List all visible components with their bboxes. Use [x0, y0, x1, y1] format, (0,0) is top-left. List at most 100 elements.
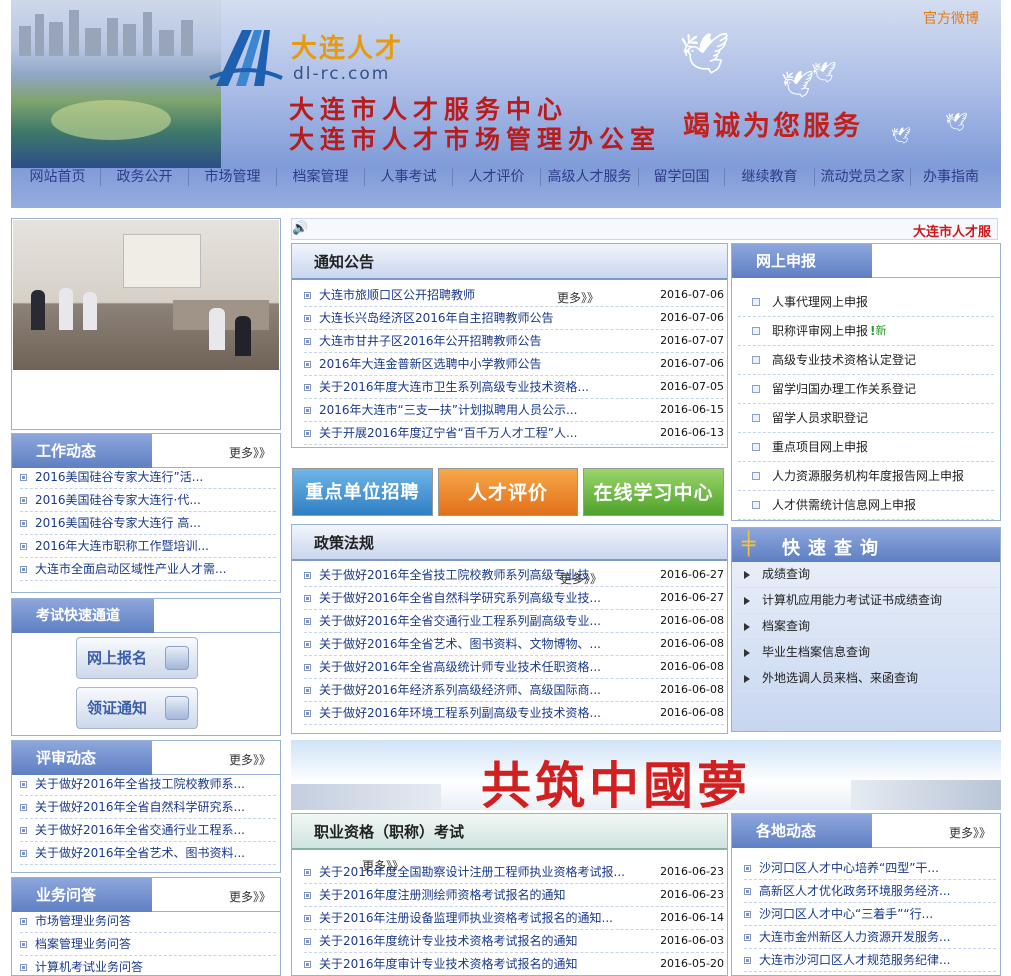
list-item[interactable]: 2016年大连金普新区选聘中小学教师公告 2016-07-06 [304, 353, 724, 376]
bullet-icon [20, 940, 27, 948]
policy-title: 政策法规 [292, 525, 727, 561]
list-item[interactable]: 关于做好2016年全省艺术、图书资料... [20, 842, 276, 865]
org-name-2: 大连市人才市场管理办公室 [289, 125, 662, 154]
local-more-link[interactable]: 更多》》 [949, 824, 991, 841]
list-item[interactable]: 人力资源服务机构年度报告网上申报 [738, 462, 994, 491]
brand-url: dl-rc.com [293, 64, 391, 84]
bullet-icon [304, 360, 311, 368]
nav-party-home[interactable]: 流动党员之家 [815, 168, 911, 186]
nav-home[interactable]: 网站首页 [15, 168, 101, 186]
list-item[interactable]: 关于做好2016年全省高级统计师专业技术任职资格... 2016-06-08 [304, 656, 724, 679]
bullet-icon [20, 473, 27, 481]
list-item[interactable]: 高新区人才优化政务环境服务经济... [744, 880, 996, 903]
list-item[interactable]: 2016美国硅谷专家大连行·代... [20, 489, 276, 512]
list-item[interactable]: 关于2016年度全国勘察设计注册工程师执业资格考试报... 2016-06-23 [304, 861, 724, 884]
key-employer-recruit-button[interactable]: 重点单位招聘 [292, 468, 433, 516]
nav-guide[interactable]: 办事指南 [911, 168, 991, 186]
list-item[interactable]: 2016美国硅谷专家大连行 高... [20, 512, 276, 535]
list-item[interactable]: 人才供需统计信息网上申报 [738, 491, 994, 520]
bullet-icon [304, 406, 311, 414]
list-item[interactable]: 职称评审网上申报! 新 [738, 317, 994, 346]
list-item[interactable]: 留学归国办理工作关系登记 [738, 375, 994, 404]
list-item[interactable]: 计算机考试业务问答 [20, 956, 276, 975]
list-item[interactable]: 人事代理网上申报 [738, 288, 994, 317]
list-item[interactable]: 关于做好2016年全省交通行业工程系列副高级专业... 2016-06-08 [304, 610, 724, 633]
list-item[interactable]: 关于做好2016年全省技工院校教师系列高级专业技 2016-06-27 [304, 564, 724, 587]
list-item[interactable]: 关于做好2016年经济系列高级经济师、高级国际商... 2016-06-08 [304, 679, 724, 702]
arrow-right-icon [744, 570, 750, 579]
review-more-link[interactable]: 更多》》 [229, 751, 271, 768]
nav-continuing-edu[interactable]: 继续教育 [725, 168, 815, 186]
qualification-title: 职业资格（职称）考试 [292, 814, 727, 850]
list-item[interactable]: 成绩查询 [736, 562, 998, 588]
list-item[interactable]: 关于2016年度审计专业技术资格考试报名的通知 2016-05-20 [304, 953, 724, 975]
list-item[interactable]: 沙河口区人才中心培养“四型”干... [744, 857, 996, 880]
list-item[interactable]: 大连市甘井子区2016年公开招聘教师公告 2016-07-07 [304, 330, 724, 353]
nav-evaluation[interactable]: 人才评价 [453, 168, 541, 186]
bullet-icon [752, 443, 760, 451]
list-item[interactable]: 高级专业技术资格认定登记 [738, 346, 994, 375]
list-item[interactable]: 大连市金州新区人力资源开发服务... [744, 926, 996, 949]
list-item[interactable]: 大连市旅顺口区公开招聘教师 2016-07-06 [304, 284, 724, 307]
talent-evaluation-button[interactable]: 人才评价 [438, 468, 578, 516]
list-item[interactable]: 重点项目网上申报 [738, 433, 994, 462]
list-item[interactable]: 关于做好2016年全省技工院校教师系... [20, 773, 276, 796]
bullet-icon [20, 496, 27, 504]
china-dream-text: 共筑中國夢 [481, 756, 751, 810]
list-item[interactable]: 2016年大连市“三支一扶”计划拟聘用人员公示... 2016-06-15 [304, 399, 724, 422]
work-more-link[interactable]: 更多》》 [229, 444, 271, 461]
bullet-icon [304, 429, 311, 437]
online-apply-list: 人事代理网上申报 职称评审网上申报! 新 高级专业技术资格认定登记 留学归国办理工… [738, 288, 994, 520]
list-item[interactable]: 档案查询 [736, 614, 998, 640]
weibo-link[interactable]: 官方微博 [923, 8, 979, 28]
dl-rc-logo-icon [209, 30, 283, 86]
list-item[interactable]: 计算机应用能力考试证书成绩查询 [736, 588, 998, 614]
list-item[interactable]: 大连长兴岛经济区2016年自主招聘教师公告 2016-07-06 [304, 307, 724, 330]
list-item[interactable]: 关于做好2016年全省自然科学研究系列高级专业技... 2016-06-27 [304, 587, 724, 610]
bullet-icon [304, 709, 311, 717]
nav-returnee[interactable]: 留学回国 [639, 168, 725, 186]
quick-query-title: 快速查询 [782, 538, 886, 559]
list-item[interactable]: 关于做好2016年环境工程系列副高级专业技术资格... 2016-06-08 [304, 702, 724, 725]
bullet-icon [20, 963, 27, 971]
nav-exam[interactable]: 人事考试 [365, 168, 453, 186]
faq-more-link[interactable]: 更多》》 [229, 888, 271, 905]
list-item[interactable]: 关于2016年注册设备监理师执业资格考试报名的通知... 2016-06-14 [304, 907, 724, 930]
list-item[interactable]: 留学人员求职登记 [738, 404, 994, 433]
list-item[interactable]: 大连市沙河口区人才规范服务纪律... [744, 949, 996, 972]
meeting-photo[interactable] [11, 218, 281, 430]
quick-query-list: 成绩查询 计算机应用能力考试证书成绩查询 档案查询 毕业生档案信息查询 外地选调… [736, 562, 998, 692]
nav-gov[interactable]: 政务公开 [101, 168, 189, 186]
list-item[interactable]: 关于做好2016年全省自然科学研究系... [20, 796, 276, 819]
list-item[interactable]: 2016美国硅谷专家大连行”活... [20, 466, 276, 489]
list-item[interactable]: 关于2016年度统计专业技术资格考试报名的通知 2016-06-03 [304, 930, 724, 953]
china-dream-banner[interactable]: 共筑中國夢 [291, 740, 1001, 810]
bullet-icon [744, 910, 751, 918]
speaker-icon: 🔊 [292, 221, 309, 236]
list-item[interactable]: 关于做好2016年全省交通行业工程系... [20, 819, 276, 842]
list-item[interactable]: 外地选调人员来档、来函查询 [736, 666, 998, 692]
arrow-right-icon [744, 622, 750, 631]
nav-market[interactable]: 市场管理 [189, 168, 277, 186]
list-item[interactable]: 毕业生档案信息查询 [736, 640, 998, 666]
list-item[interactable]: 沙河口区人才中心“三着手”“行... [744, 903, 996, 926]
nav-senior-talent[interactable]: 高级人才服务 [541, 168, 639, 186]
list-item[interactable]: 大连市全面启动区域性产业人才需... [20, 558, 276, 581]
online-learning-button[interactable]: 在线学习中心 [583, 468, 724, 516]
list-item[interactable]: 关于2016年度注册测绘师资格考试报名的通知 2016-06-23 [304, 884, 724, 907]
list-item[interactable]: 2016年大连市职称工作暨培训... [20, 535, 276, 558]
bullet-icon [20, 849, 27, 857]
exam-channel-title: 考试快速通道 [12, 599, 154, 633]
list-item[interactable]: 关于2016年度大连市卫生系列高级专业技术资格... 2016-07-05 [304, 376, 724, 399]
list-item[interactable]: 关于开展2016年度辽宁省“百千万人才工程”人... 2016-06-13 [304, 422, 724, 445]
ticker-link[interactable]: 大连市人才服 [913, 221, 991, 240]
online-register-button[interactable]: 网上报名 [76, 637, 198, 679]
list-item[interactable]: 市场管理业务问答 [20, 910, 276, 933]
bullet-icon [752, 356, 760, 364]
work-title: 工作动态 [12, 434, 152, 468]
computer-icon [165, 646, 189, 670]
list-item[interactable]: 关于做好2016年全省艺术、图书资料、文物博物、... 2016-06-08 [304, 633, 724, 656]
certificate-notice-button[interactable]: 领证通知 [76, 687, 198, 729]
list-item[interactable]: 档案管理业务问答 [20, 933, 276, 956]
nav-archive[interactable]: 档案管理 [277, 168, 365, 186]
